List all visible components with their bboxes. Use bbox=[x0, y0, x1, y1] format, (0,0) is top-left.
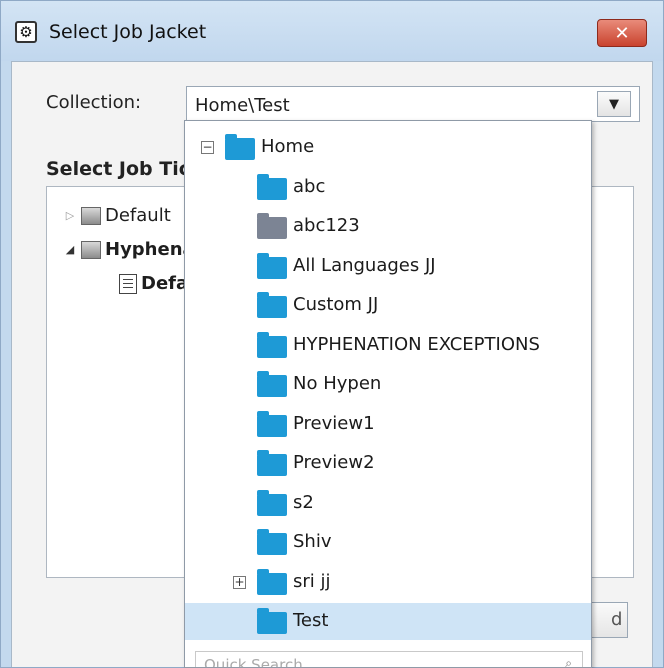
folder-icon bbox=[257, 569, 287, 595]
job-jacket-icon bbox=[81, 240, 101, 259]
search-icon[interactable]: ⌕ bbox=[565, 656, 572, 667]
list-item[interactable]: Shiv bbox=[185, 524, 591, 561]
list-item[interactable]: s2 bbox=[185, 485, 591, 522]
list-item-label: abc123 bbox=[293, 215, 360, 236]
tree-item-label: Default bbox=[105, 205, 171, 226]
list-item-label: sri jj bbox=[293, 571, 331, 592]
list-item-label: Shiv bbox=[293, 531, 332, 552]
folder-icon bbox=[257, 332, 287, 358]
dropdown-arrow-icon[interactable]: ▼ bbox=[597, 91, 631, 117]
list-item[interactable]: Preview1 bbox=[185, 406, 591, 443]
list-item-label: s2 bbox=[293, 492, 314, 513]
expander-icon[interactable]: ◢ bbox=[63, 243, 77, 256]
folder-icon bbox=[225, 134, 255, 160]
list-item[interactable]: abc bbox=[185, 169, 591, 206]
folder-icon bbox=[257, 213, 287, 239]
collapse-icon[interactable]: − bbox=[201, 141, 214, 154]
quick-search-placeholder: Quick Search bbox=[204, 656, 303, 668]
folder-icon bbox=[257, 253, 287, 279]
list-item-home[interactable]: − Home bbox=[185, 129, 591, 166]
collection-combobox[interactable]: Home\Test ▼ bbox=[186, 86, 640, 122]
list-item[interactable]: abc123 bbox=[185, 208, 591, 245]
list-item-label: No Hypen bbox=[293, 373, 382, 394]
collection-dropdown-list[interactable]: − Home abc abc123 All Languages JJ Custo… bbox=[184, 120, 592, 668]
list-item[interactable]: Preview2 bbox=[185, 445, 591, 482]
title-bar: ⚙ Select Job Jacket ✕ bbox=[1, 1, 663, 61]
list-item[interactable]: + sri jj bbox=[185, 564, 591, 601]
close-button[interactable]: ✕ bbox=[597, 19, 647, 47]
folder-icon bbox=[257, 490, 287, 516]
folder-icon bbox=[257, 371, 287, 397]
list-item-label: All Languages JJ bbox=[293, 255, 436, 276]
folder-icon bbox=[257, 174, 287, 200]
document-icon bbox=[119, 273, 137, 294]
folder-icon bbox=[257, 529, 287, 555]
collection-value: Home\Test bbox=[195, 95, 290, 116]
collection-label: Collection: bbox=[46, 92, 142, 113]
quick-search-input[interactable]: Quick Search ⌕ bbox=[195, 651, 583, 668]
list-item[interactable]: No Hypen bbox=[185, 366, 591, 403]
list-item[interactable]: HYPHENATION EXCEPTIONS bbox=[185, 327, 591, 364]
expander-icon[interactable]: ▷ bbox=[63, 209, 77, 222]
folder-icon bbox=[257, 411, 287, 437]
list-item-label: Test bbox=[293, 610, 329, 631]
list-item[interactable]: All Languages JJ bbox=[185, 248, 591, 285]
folder-icon bbox=[257, 608, 287, 634]
expand-icon[interactable]: + bbox=[233, 576, 246, 589]
tree-item-default[interactable]: ▷ Default bbox=[63, 205, 171, 226]
folder-icon bbox=[257, 292, 287, 318]
list-item-label: HYPHENATION EXCEPTIONS bbox=[293, 334, 540, 355]
list-item[interactable]: Custom JJ bbox=[185, 287, 591, 324]
window-title: Select Job Jacket bbox=[49, 21, 207, 43]
list-item-label: Preview2 bbox=[293, 452, 375, 473]
job-jacket-icon bbox=[81, 206, 101, 225]
app-icon: ⚙ bbox=[15, 21, 37, 43]
list-item-label: Home bbox=[261, 136, 315, 157]
list-item-label: Preview1 bbox=[293, 413, 375, 434]
list-item-selected[interactable]: Test bbox=[185, 603, 591, 640]
list-item-label: Custom JJ bbox=[293, 294, 379, 315]
list-item-label: abc bbox=[293, 176, 326, 197]
folder-icon bbox=[257, 450, 287, 476]
